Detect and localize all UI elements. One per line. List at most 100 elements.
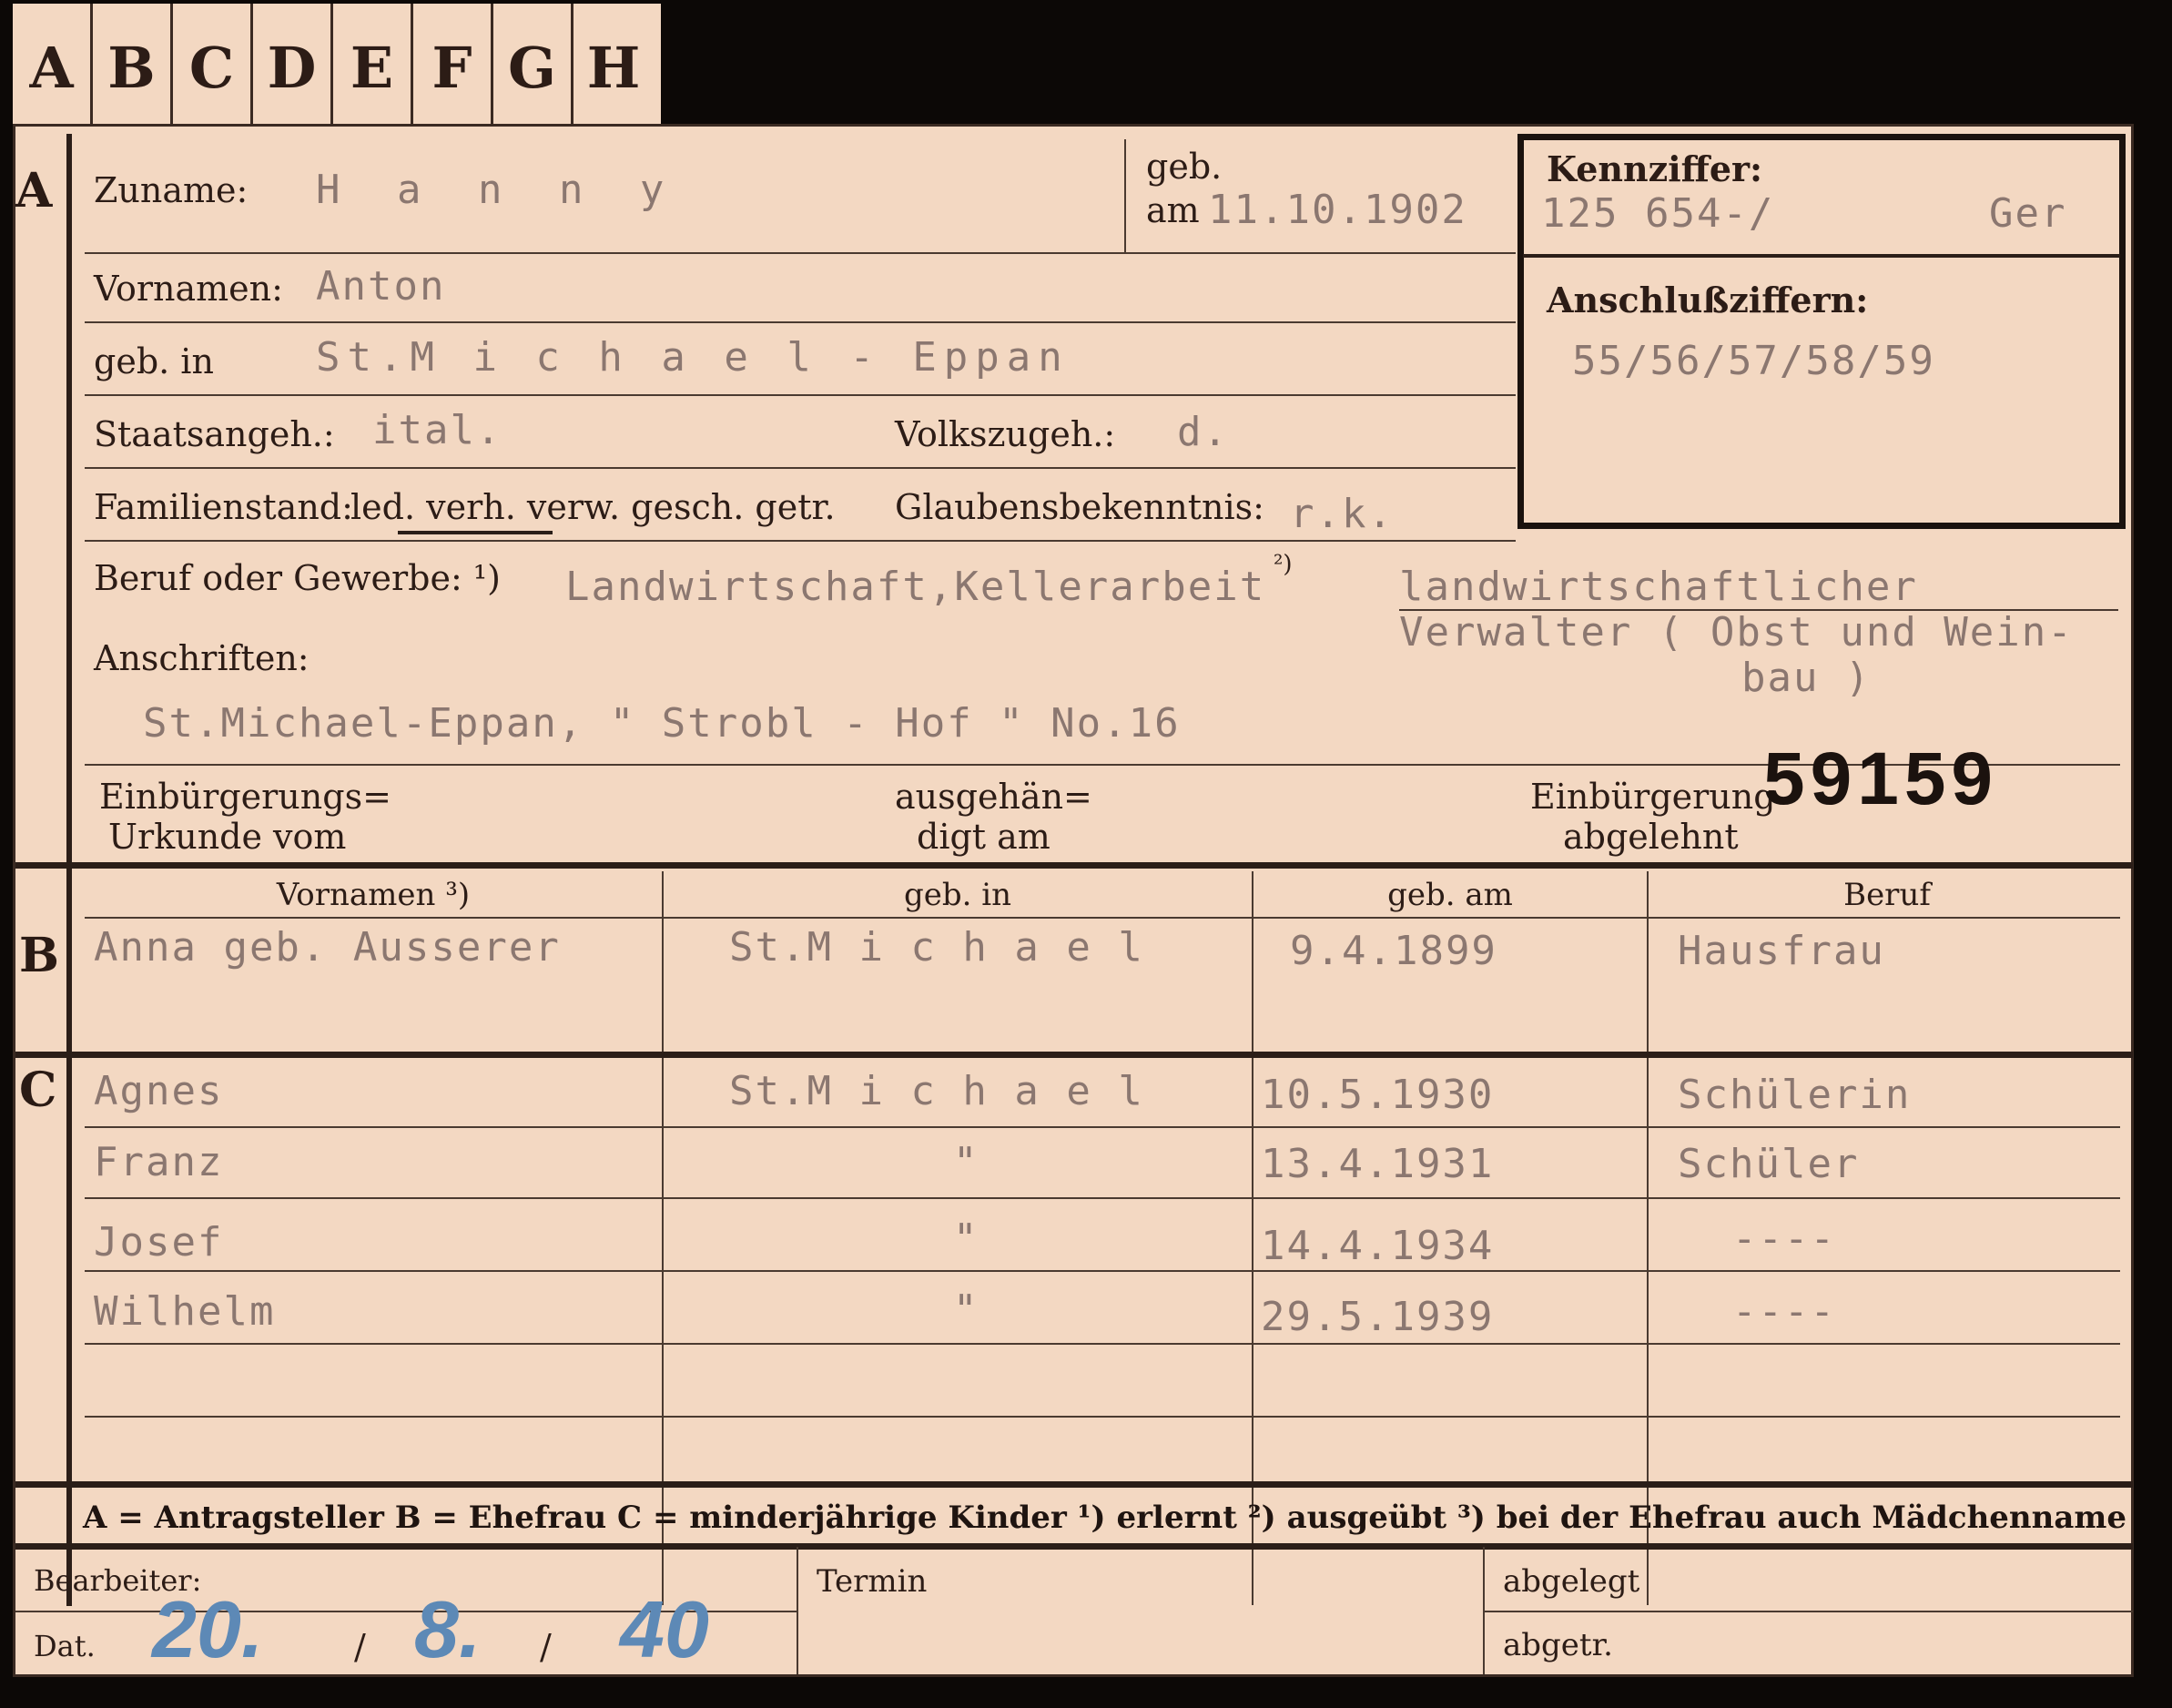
kennziffer-label: Kennziffer: [1547, 148, 1763, 189]
child-job: ---- [1732, 1215, 1836, 1262]
familienstand-options: led. verh. verw. gesch. getr. [350, 487, 836, 527]
beruf-ausgeuebt-1: landwirtschaftlicher [1399, 564, 1918, 610]
familienstand-line [85, 540, 1516, 542]
col-divider-3 [1647, 871, 1649, 1605]
legend-bottom-divider [15, 1543, 2133, 1550]
glauben-label: Glaubensbekenntnis: [895, 487, 1264, 527]
index-tab: B [93, 4, 173, 131]
abgelegt-label: abgelegt [1503, 1563, 1640, 1600]
child-place: " [953, 1215, 979, 1262]
index-tab: H [586, 34, 641, 101]
date-separator: / [540, 1627, 552, 1667]
ausgehaendigt-label-2: digt am [917, 817, 1050, 857]
footer-line-right [1485, 1611, 2133, 1612]
index-tab: E [333, 4, 413, 131]
wife-beruf: Hausfrau [1678, 928, 1885, 974]
child-place: " [953, 1139, 979, 1185]
child-name: Franz [94, 1139, 224, 1185]
am-label: am [1146, 190, 1200, 230]
index-tab: F [413, 4, 493, 131]
familienstand-label: Familienstand: [94, 487, 353, 527]
familienstand-underline [398, 531, 553, 534]
registration-card: A Zuname: H a n n y geb. am 11.10.1902 K… [13, 124, 2134, 1677]
anschluss-label: Anschlußziffern: [1547, 280, 1869, 320]
child-name: Josef [94, 1219, 224, 1266]
child-name: Agnes [94, 1068, 224, 1114]
left-margin-rule-b [66, 869, 72, 1169]
zuname-label: Zuname: [94, 170, 249, 210]
abgetr-label: abgetr. [1503, 1627, 1613, 1663]
child-row-line [85, 1416, 2120, 1418]
footer-divider-1 [797, 1547, 798, 1674]
child-date: 13.4.1931 [1261, 1141, 1495, 1187]
child-job: Schülerin [1678, 1072, 1912, 1118]
geb-label: geb. [1146, 147, 1223, 187]
beruf-ausgeuebt-2: Verwalter ( Obst und Wein- [1399, 609, 2074, 656]
zuname-line [85, 252, 1516, 254]
ausgehaendigt-label-1: ausgehän= [895, 777, 1092, 817]
child-row-line [85, 1343, 2120, 1345]
zuname-value: H a n n y [316, 167, 681, 213]
child-place: " [953, 1286, 979, 1333]
glauben-value: r.k. [1290, 491, 1394, 537]
geb-in-line [85, 394, 1516, 396]
date-separator: / [354, 1627, 366, 1667]
left-margin-rule [66, 134, 72, 862]
handwritten-day: 20. [152, 1584, 264, 1674]
col-vornamen-header: Vornamen ³) [276, 877, 471, 913]
col-divider-1 [662, 871, 664, 1605]
geb-am-value: 11.10.1902 [1208, 187, 1467, 233]
geb-in-value: St.M i c h a e l - Eppan [316, 334, 1070, 381]
col-divider-2 [1252, 871, 1253, 1605]
vornamen-value: Anton [316, 263, 446, 310]
section-c-marker: C [19, 1062, 57, 1118]
vornamen-label: Vornamen: [94, 269, 283, 309]
col-geb-am-header: geb. am [1387, 877, 1513, 913]
child-job: Schüler [1678, 1141, 1860, 1187]
termin-label: Termin [817, 1563, 928, 1600]
header-line [85, 917, 2120, 919]
urkunde-label-1: Einbürgerungs= [99, 777, 391, 817]
handwritten-year: 40 [620, 1584, 709, 1674]
anschluss-value: 55/56/57/58/59 [1572, 338, 1935, 384]
legend: A = Antragsteller B = Ehefrau C = minder… [83, 1500, 2126, 1536]
beruf-label: Beruf oder Gewerbe: ¹) [94, 558, 501, 598]
beruf-value: Landwirtschaft,Kellerarbeit [565, 564, 1266, 610]
child-date: 14.4.1934 [1261, 1223, 1495, 1269]
index-tab: G [493, 4, 573, 131]
kennziffer-suffix: Ger [1989, 190, 2067, 237]
geb-in-label: geb. in [94, 341, 214, 381]
handwritten-month: 8. [414, 1584, 482, 1674]
child-date: 10.5.1930 [1261, 1072, 1495, 1118]
child-name: Wilhelm [94, 1288, 276, 1335]
dat-label: Dat. [34, 1629, 96, 1663]
volkszugeh-value: d. [1177, 409, 1229, 455]
child-job: ---- [1732, 1288, 1836, 1335]
beruf-ausgeuebt-3: bau ) [1741, 655, 1872, 701]
wife-geb-am: 9.4.1899 [1290, 928, 1497, 974]
kennziffer-divider [1523, 254, 2120, 258]
index-tab: C [173, 4, 253, 131]
vornamen-line [85, 321, 1516, 323]
volkszugeh-label: Volkszugeh.: [895, 414, 1116, 454]
legend-top-divider [15, 1481, 2133, 1488]
section-ab-divider [15, 862, 2133, 869]
staatsangeh-label: Staatsangeh.: [94, 414, 335, 454]
urkunde-label-2: Urkunde vom [108, 817, 347, 857]
stamp-number: 59159 [1763, 737, 1999, 820]
child-row-line [85, 1270, 2120, 1272]
child-place: St.M i c h a e l [729, 1068, 1144, 1114]
child-date: 29.5.1939 [1261, 1294, 1495, 1340]
staatsangeh-value: ital. [372, 407, 502, 453]
index-tabs: A B C D E F G H [13, 4, 661, 131]
child-row-line [85, 1197, 2120, 1199]
anschriften-value: St.Michael-Eppan, " Strobl - Hof " No.16 [143, 700, 1181, 747]
col-beruf-header: Beruf [1843, 877, 1931, 913]
staatsangeh-line [85, 467, 1516, 469]
beruf-marker: ²) [1274, 551, 1293, 578]
index-tab: D [253, 4, 333, 131]
anschriften-label: Anschriften: [94, 638, 310, 678]
kennziffer-value: 125 654-/ [1541, 190, 1775, 237]
wife-vornamen: Anna geb. Ausserer [94, 924, 561, 971]
abgelehnt-label-1: Einbürgerung [1530, 777, 1776, 817]
